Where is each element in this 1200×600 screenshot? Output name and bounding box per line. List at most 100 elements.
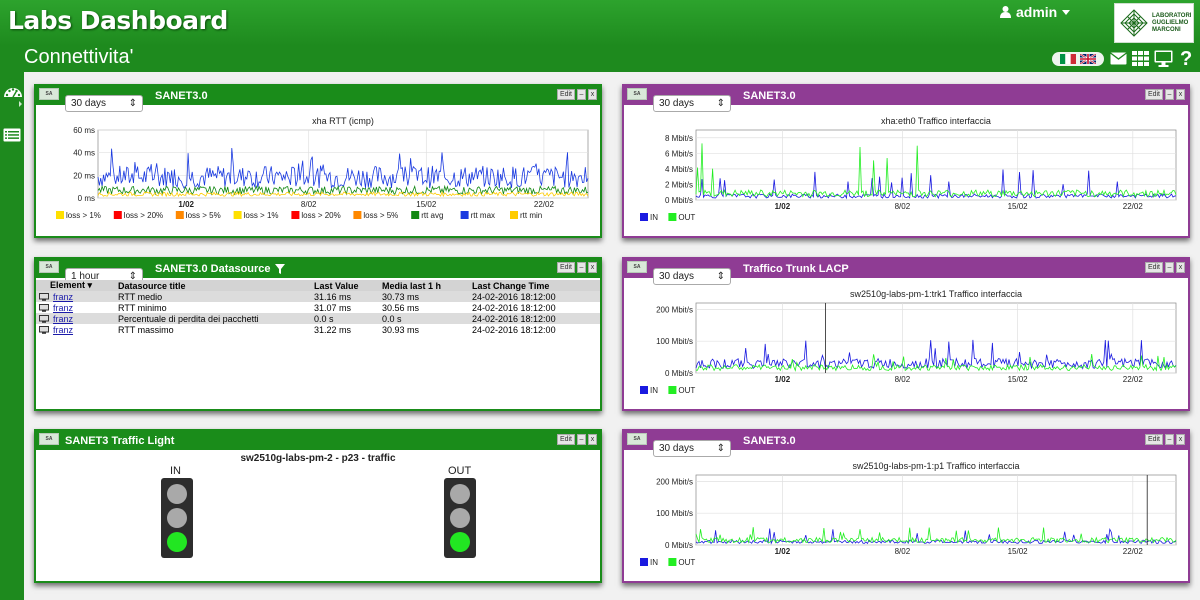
help-icon[interactable]: ? (1180, 49, 1193, 68)
datasource-table-wrap: Element ▾ Datasource title Last Value Me… (36, 280, 600, 335)
select-arrows-icon: ⇕ (716, 98, 725, 109)
legend-label: loss > 1% (244, 211, 279, 220)
edit-button[interactable]: Edit (556, 262, 575, 273)
panel-title: SANET3.0 Datasource (155, 262, 271, 275)
panel-badge: SA (39, 88, 59, 100)
close-button[interactable]: x (1176, 89, 1185, 100)
panel-header: SA 30 days ⇕ Traffico Trunk LACP Edit – x (624, 259, 1188, 285)
x-tick-label: 8/02 (301, 200, 317, 209)
close-button[interactable]: x (1176, 262, 1185, 273)
edit-button[interactable]: Edit (1144, 262, 1163, 273)
period-select[interactable]: 30 days ⇕ (653, 95, 731, 112)
minimize-button[interactable]: – (577, 89, 586, 100)
logo-line-3: MARCONI (1152, 26, 1181, 33)
minimize-button[interactable]: – (1165, 262, 1174, 273)
element-link[interactable]: franz (53, 325, 73, 335)
edit-button[interactable]: Edit (556, 89, 575, 100)
close-button[interactable]: x (588, 262, 597, 273)
column-header-mean[interactable]: Media last 1 h (379, 280, 469, 291)
italian-flag-icon[interactable] (1060, 54, 1076, 64)
x-tick-label: 15/02 (1008, 375, 1029, 384)
panel-header: SA 1 hour ⇕ SANET3.0 Datasource Edit – x (36, 259, 600, 285)
panel-badge: SA (627, 433, 647, 445)
column-header-element[interactable]: Element ▾ (36, 280, 115, 291)
close-button[interactable]: x (588, 89, 597, 100)
legend-swatch (640, 213, 648, 221)
table-cell: 30.56 ms (382, 302, 420, 313)
panel-controls: Edit – x (1144, 262, 1185, 273)
list-icon[interactable] (3, 128, 21, 142)
panel-header: SA 30 days ⇕ SANET3.0 Edit – x (36, 86, 600, 112)
table-cell: 0.0 s (379, 313, 469, 324)
monitor-icon[interactable] (1154, 50, 1173, 67)
dashboard-gauge-icon[interactable] (3, 84, 23, 108)
table-row: franz Percentuale di perdita dei pacchett… (36, 313, 600, 324)
y-tick-label: 0 ms (78, 194, 95, 203)
edit-button[interactable]: Edit (1144, 89, 1163, 100)
panel-trunk-lacp: SA 30 days ⇕ Traffico Trunk LACP Edit – x… (622, 257, 1190, 411)
panel-title: Traffico Trunk LACP (743, 262, 849, 275)
x-tick-label: 8/02 (895, 375, 911, 384)
period-select-value: 30 days (71, 98, 107, 109)
table-cell: 30.93 ms (382, 324, 420, 335)
close-button[interactable]: x (1176, 434, 1185, 445)
minimize-button[interactable]: – (1165, 89, 1174, 100)
table-cell: 0.0 s (311, 313, 379, 324)
panel-title: SANET3 Traffic Light (65, 434, 175, 447)
lab-logo: LABORATORI GUGLIELMO MARCONI (1114, 3, 1194, 43)
user-menu[interactable]: admin (1000, 4, 1071, 20)
table-cell: 31.07 ms (314, 302, 352, 313)
minimize-button[interactable]: – (577, 262, 586, 273)
legend-label: loss > 1% (66, 211, 101, 220)
period-select[interactable]: 30 days ⇕ (65, 95, 143, 112)
period-select[interactable]: 30 days ⇕ (653, 440, 731, 457)
x-tick-label: 22/02 (1123, 202, 1144, 211)
element-link[interactable]: franz (53, 314, 73, 324)
column-header-title[interactable]: Datasource title (115, 280, 311, 291)
element-link[interactable]: franz (53, 292, 73, 302)
x-tick-label: 22/02 (1123, 547, 1144, 556)
x-tick-label: 1/02 (775, 202, 791, 211)
panel-badge: SA (627, 88, 647, 100)
select-arrows-icon: ⇕ (716, 443, 725, 454)
light-bottom (167, 532, 187, 552)
legend-swatch (668, 558, 677, 566)
device-icon (39, 304, 49, 312)
device-icon (39, 326, 49, 334)
rtt-chart: xha RTT (icmp) 0 ms 20 ms 40 ms 60 ms 1/02 8/0… (56, 116, 589, 220)
edit-button[interactable]: Edit (556, 434, 575, 445)
light-bottom (450, 532, 470, 552)
edit-button[interactable]: Edit (1144, 434, 1163, 445)
x-tick-label: 1/02 (178, 200, 194, 209)
period-select-value: 30 days (659, 271, 695, 282)
out-label: OUT (448, 465, 472, 477)
mail-icon[interactable] (1110, 52, 1127, 65)
minimize-button[interactable]: – (577, 434, 586, 445)
panel-controls: Edit – x (1144, 434, 1185, 445)
minimize-button[interactable]: – (1165, 434, 1174, 445)
filter-icon[interactable] (274, 263, 285, 274)
panel-datasource: SA 1 hour ⇕ SANET3.0 Datasource Edit – x … (34, 257, 602, 411)
language-switcher[interactable] (1052, 52, 1104, 66)
grid-icon[interactable] (1132, 51, 1149, 66)
close-button[interactable]: x (588, 434, 597, 445)
table-cell: 24-02-2016 18:12:00 (469, 291, 600, 302)
user-icon (1000, 6, 1011, 18)
period-select[interactable]: 30 days ⇕ (653, 268, 731, 285)
legend-swatch (113, 211, 122, 219)
english-flag-icon[interactable] (1080, 54, 1096, 64)
x-tick-label: 8/02 (895, 202, 911, 211)
column-header-last-value[interactable]: Last Value (311, 280, 379, 291)
legend-swatch (175, 211, 184, 219)
eth0-traffic-chart: xha:eth0 Traffico interfaccia 0 Mbit/s 2 M… (640, 116, 1177, 222)
y-tick-label: 0 Mbit/s (665, 369, 693, 378)
legend-swatch (411, 211, 420, 219)
y-tick-label: 200 Mbit/s (656, 477, 693, 486)
traffic-light-out (444, 478, 476, 558)
table-cell: 31.16 ms (311, 291, 379, 302)
panel-p1-traffic: SA 30 days ⇕ SANET3.0 Edit – x sw2510g-la… (622, 429, 1190, 583)
element-link[interactable]: franz (53, 303, 73, 313)
column-header-last-change[interactable]: Last Change Time (469, 280, 600, 291)
legend-swatch (668, 386, 677, 394)
legend-label: OUT (678, 386, 695, 395)
